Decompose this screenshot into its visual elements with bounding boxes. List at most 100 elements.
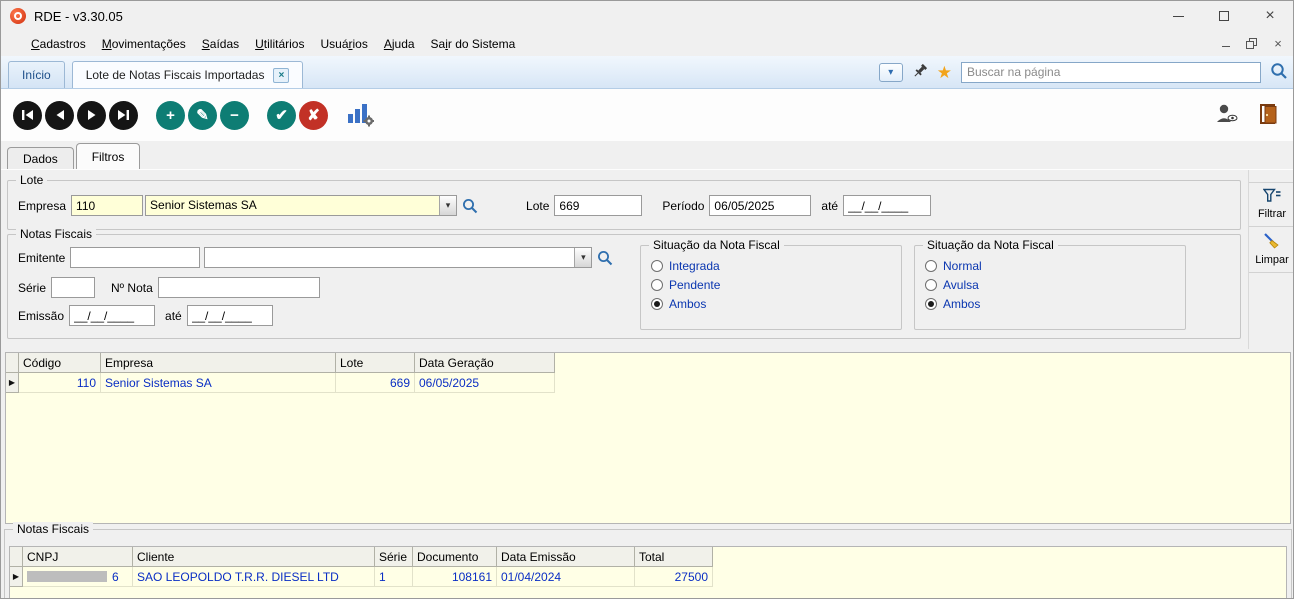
- tab-lote-notas-fiscais-importadas[interactable]: Lote de Notas Fiscais Importadas ×: [71, 61, 304, 88]
- col-header-cnpj[interactable]: CNPJ: [23, 547, 133, 567]
- situacao1-title: Situação da Nota Fiscal: [649, 238, 784, 252]
- empresa-combo-dropdown-icon[interactable]: ▾: [439, 196, 457, 215]
- window-controls: ×: [1155, 1, 1293, 31]
- chart-settings-icon[interactable]: [346, 101, 374, 130]
- menu-movimentacoes[interactable]: Movimentações: [94, 34, 194, 54]
- tab-inicio[interactable]: Início: [8, 61, 65, 88]
- edit-record-button[interactable]: ✎: [188, 100, 217, 130]
- lote-label: Lote: [526, 198, 550, 213]
- row-indicator-header: [6, 353, 19, 373]
- limpar-button[interactable]: Limpar: [1249, 227, 1293, 273]
- col-header-lote[interactable]: Lote: [336, 353, 415, 373]
- table-row[interactable]: ▶ 110 Senior Sistemas SA 669 06/05/2025: [6, 373, 1290, 393]
- emitente-label: Emitente: [18, 250, 66, 265]
- next-record-button[interactable]: [77, 100, 106, 130]
- title-bar: RDE - v3.30.05 ×: [1, 1, 1293, 31]
- menu-sair-do-sistema[interactable]: Sair do Sistema: [423, 34, 524, 54]
- radio-ambos-tipo[interactable]: Ambos: [925, 297, 1185, 311]
- cnpj-redaction-block: [27, 571, 107, 582]
- delete-record-button[interactable]: −: [220, 100, 249, 130]
- col-header-documento[interactable]: Documento: [413, 547, 497, 567]
- menu-cadastros[interactable]: Cadastros: [23, 34, 94, 54]
- notas-fiscais-grid: CNPJ Cliente Série Documento Data Emissã…: [9, 546, 1287, 598]
- app-window: RDE - v3.30.05 × Cadastros Movimentações…: [0, 0, 1294, 599]
- mdi-restore-icon[interactable]: [1245, 37, 1259, 51]
- tab-close-icon[interactable]: ×: [273, 67, 290, 83]
- mdi-minimize-icon[interactable]: [1219, 37, 1233, 51]
- radio-avulsa[interactable]: Avulsa: [925, 278, 1185, 292]
- lote-groupbox: Lote Empresa Senior Sistemas SA ▾ Lote P…: [7, 173, 1241, 230]
- emitente-combo[interactable]: ▾: [204, 247, 593, 268]
- table-row[interactable]: ▶ 6 SAO LEOPOLDO T.R.R. DIESEL LTD 1 108…: [10, 567, 1286, 587]
- radio-normal[interactable]: Normal: [925, 259, 1185, 273]
- col-header-total[interactable]: Total: [635, 547, 713, 567]
- nnota-input[interactable]: [157, 277, 320, 298]
- periodo-label: Período: [662, 198, 705, 213]
- serie-input[interactable]: [51, 277, 96, 298]
- app-icon: [10, 8, 26, 24]
- situacao-integracao-groupbox: Situação da Nota Fiscal Integrada Penden…: [640, 238, 902, 330]
- empresa-combo[interactable]: Senior Sistemas SA ▾: [145, 195, 458, 216]
- radio-circle: [925, 279, 937, 291]
- close-button[interactable]: ×: [1247, 1, 1293, 31]
- notas-fiscais-group-title: Notas Fiscais: [16, 227, 97, 241]
- col-header-empresa[interactable]: Empresa: [101, 353, 336, 373]
- menu-saidas[interactable]: Saídas: [194, 34, 247, 54]
- cell-cnpj: 6: [23, 567, 133, 587]
- tab-filtros[interactable]: Filtros: [75, 143, 141, 169]
- pin-icon[interactable]: [912, 63, 928, 82]
- toolbar: + ✎ − ✔ ✘: [1, 89, 1293, 141]
- situacao2-title: Situação da Nota Fiscal: [923, 238, 1058, 252]
- periodo-input[interactable]: [709, 195, 812, 216]
- radio-integrada[interactable]: Integrada: [651, 259, 901, 273]
- page-tab-strip: Dados Filtros: [1, 142, 1293, 169]
- last-record-button[interactable]: [109, 100, 138, 130]
- emitente-combo-dropdown-icon[interactable]: ▾: [574, 248, 592, 267]
- radio-circle: [925, 298, 937, 310]
- radio-ambos-integracao[interactable]: Ambos: [651, 297, 901, 311]
- emissao-ate-input[interactable]: [186, 305, 273, 326]
- row-indicator-header: [10, 547, 23, 567]
- menu-bar: Cadastros Movimentações Saídas Utilitári…: [1, 31, 1293, 56]
- radio-pendente[interactable]: Pendente: [651, 278, 901, 292]
- col-header-serie[interactable]: Série: [375, 547, 413, 567]
- mdi-close-icon[interactable]: ×: [1271, 36, 1285, 51]
- maximize-button[interactable]: [1201, 1, 1247, 31]
- menu-usuarios[interactable]: Usuários: [312, 34, 375, 54]
- periodo-ate-label: até: [821, 198, 839, 213]
- col-header-codigo[interactable]: Código: [19, 353, 101, 373]
- prior-record-button[interactable]: [45, 100, 74, 130]
- search-input[interactable]: [961, 61, 1261, 83]
- col-header-data-emissao[interactable]: Data Emissão: [497, 547, 635, 567]
- chevron-down-icon[interactable]: ▾: [878, 62, 903, 82]
- minimize-button[interactable]: [1155, 1, 1201, 31]
- emissao-input[interactable]: [69, 305, 156, 326]
- confirm-button[interactable]: ✔: [267, 100, 296, 130]
- add-record-button[interactable]: +: [156, 100, 185, 130]
- menu-ajuda[interactable]: Ajuda: [376, 34, 423, 54]
- user-view-icon[interactable]: [1216, 104, 1238, 126]
- col-header-cliente[interactable]: Cliente: [133, 547, 375, 567]
- menu-utilitarios[interactable]: Utilitários: [247, 34, 312, 54]
- emitente-search-icon[interactable]: [597, 250, 613, 266]
- exit-door-icon[interactable]: [1260, 103, 1277, 127]
- favorites-star-icon[interactable]: ★: [937, 64, 952, 81]
- emissao-ate-label: até: [165, 308, 182, 323]
- cell-lote: 669: [336, 373, 415, 393]
- search-icon[interactable]: [1270, 62, 1288, 83]
- notas-fiscais-section: Notas Fiscais CNPJ Cliente Série Documen…: [4, 522, 1292, 598]
- col-header-data-geracao[interactable]: Data Geração: [415, 353, 555, 373]
- periodo-ate-input[interactable]: [843, 195, 932, 216]
- emitente-code-input[interactable]: [70, 247, 201, 268]
- tab-dados[interactable]: Dados: [7, 147, 74, 169]
- cancel-button[interactable]: ✘: [299, 100, 328, 130]
- lote-input[interactable]: [554, 195, 643, 216]
- filtrar-button[interactable]: Filtrar: [1249, 182, 1293, 227]
- first-record-button[interactable]: [13, 100, 42, 130]
- cell-documento: 108161: [413, 567, 497, 587]
- empresa-search-icon[interactable]: [462, 198, 478, 214]
- emissao-label: Emissão: [18, 308, 65, 323]
- window-title: RDE - v3.30.05: [34, 8, 123, 24]
- document-tab-bar: Início Lote de Notas Fiscais Importadas …: [1, 56, 1293, 89]
- empresa-code-input[interactable]: [71, 195, 144, 216]
